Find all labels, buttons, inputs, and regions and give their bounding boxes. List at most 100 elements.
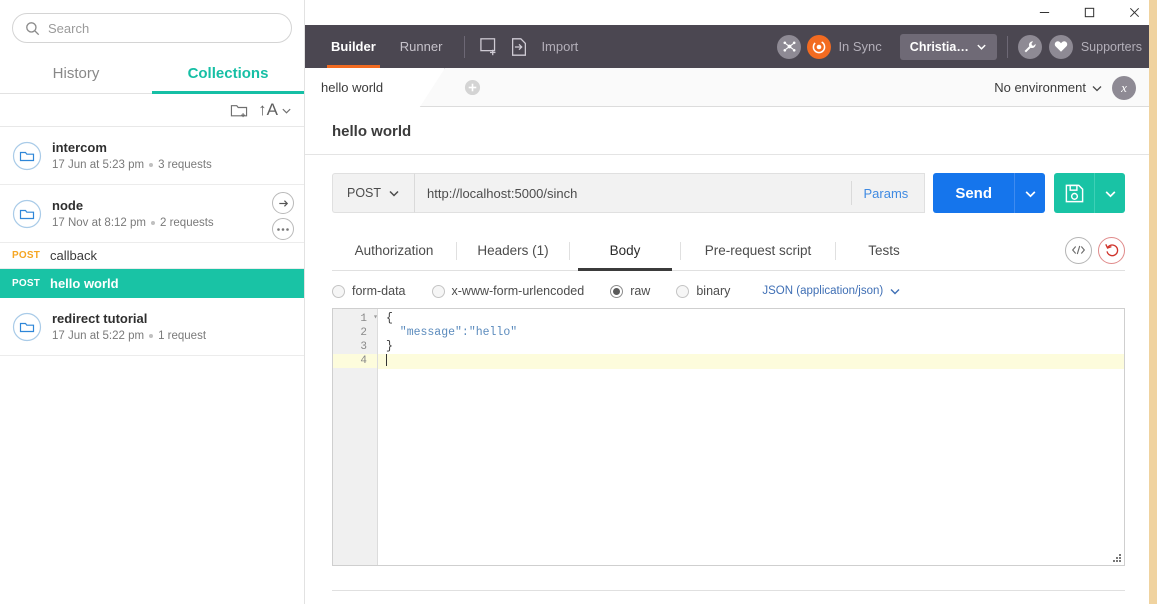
text-cursor xyxy=(386,354,387,366)
arrow-right-icon[interactable] xyxy=(272,192,294,214)
radio-circle-icon xyxy=(332,284,345,298)
sort-button[interactable]: ↑A xyxy=(258,100,292,120)
save-floppy-icon[interactable] xyxy=(1054,173,1094,213)
collection-meta: 17 Jun at 5:22 pm 1 request xyxy=(52,328,292,344)
tab-authorization[interactable]: Authorization xyxy=(332,232,456,270)
user-menu-button[interactable]: Christia… xyxy=(899,33,997,60)
url-input[interactable] xyxy=(427,185,851,201)
list-item[interactable]: intercom 17 Jun at 5:23 pm 3 requests xyxy=(0,127,304,185)
right-edge-strip xyxy=(1149,0,1157,604)
tab-headers[interactable]: Headers (1) xyxy=(457,232,569,270)
radio-label: raw xyxy=(630,284,651,298)
sidebar-tab-collections[interactable]: Collections xyxy=(152,55,304,94)
wrench-icon[interactable] xyxy=(1017,34,1042,59)
content-type-selector[interactable]: JSON (application/json) xyxy=(762,285,901,297)
user-name-label: Christia… xyxy=(909,39,969,54)
request-method-badge: POST xyxy=(12,277,41,289)
collection-actions xyxy=(272,192,294,240)
editor-content[interactable]: { "message":"hello" } xyxy=(378,309,1124,565)
chevron-down-icon xyxy=(977,44,986,50)
environment-selector-area: No environment x xyxy=(994,68,1136,107)
collection-request-count: 1 request xyxy=(158,329,207,342)
search-input[interactable] xyxy=(48,20,279,36)
radio-label: x-www-form-urlencoded xyxy=(451,284,585,298)
radio-label: binary xyxy=(696,284,731,298)
radio-binary[interactable]: binary xyxy=(676,284,730,298)
save-options-caret[interactable] xyxy=(1094,173,1125,213)
tab-label: hello world xyxy=(321,80,384,95)
collection-meta: 17 Nov at 8:12 pm 2 requests xyxy=(52,215,292,231)
params-button[interactable]: Params xyxy=(850,181,913,205)
body-code-editor[interactable]: 1 2 3 4 { "message":"hello" } xyxy=(332,308,1125,566)
panel-bottom-divider xyxy=(332,590,1125,591)
radio-x-www-form-urlencoded[interactable]: x-www-form-urlencoded xyxy=(431,284,585,298)
new-window-icon[interactable] xyxy=(475,37,505,57)
collection-date: 17 Jun at 5:22 pm xyxy=(52,329,145,342)
code-line-text: } xyxy=(386,340,393,353)
import-label[interactable]: Import xyxy=(541,39,578,54)
list-item[interactable]: POST callback xyxy=(0,243,304,269)
collection-request-count: 2 requests xyxy=(159,216,214,229)
request-method-badge: POST xyxy=(12,250,41,261)
code-icon[interactable] xyxy=(1065,236,1092,264)
send-options-caret[interactable] xyxy=(1014,173,1045,213)
collection-name: intercom xyxy=(52,139,107,155)
share-nodes-icon[interactable] xyxy=(777,34,802,59)
import-icon[interactable] xyxy=(505,37,533,57)
url-box: Params xyxy=(414,173,926,213)
send-button[interactable]: Send xyxy=(933,173,1014,213)
code-line: "message":"hello" xyxy=(378,326,1124,340)
url-row: POST Params Send xyxy=(305,155,1150,213)
sort-label: ↑A xyxy=(258,100,278,119)
folder-icon xyxy=(12,141,42,171)
list-item[interactable]: redirect tutorial 17 Jun at 5:22 pm 1 re… xyxy=(0,298,304,356)
radio-circle-icon xyxy=(676,284,690,298)
list-item-selected[interactable]: POST hello world xyxy=(0,269,304,298)
list-item-text: node 17 Nov at 8:12 pm 2 requests xyxy=(52,197,292,231)
sidebar-tab-history[interactable]: History xyxy=(0,55,152,93)
page-title: hello world xyxy=(305,107,1150,155)
collection-meta: 17 Jun at 5:23 pm 3 requests xyxy=(52,157,292,173)
subtabs-actions xyxy=(1065,236,1125,266)
method-selector[interactable]: POST xyxy=(332,173,415,213)
heart-icon[interactable] xyxy=(1048,34,1073,59)
environment-selector[interactable]: No environment xyxy=(994,80,1086,95)
editor-gutter: 1 2 3 4 xyxy=(333,309,378,565)
environment-quick-look-icon[interactable]: x xyxy=(1112,75,1136,100)
code-line-text: { xyxy=(386,312,393,325)
radio-circle-icon xyxy=(610,284,624,298)
chevron-down-icon xyxy=(1025,190,1035,197)
tab-tests[interactable]: Tests xyxy=(836,232,932,270)
plus-circle-icon[interactable] xyxy=(464,79,481,96)
ellipsis-icon[interactable] xyxy=(272,218,294,240)
radio-form-data[interactable]: form-data xyxy=(332,284,406,298)
code-line-text: "message":"hello" xyxy=(386,326,518,339)
list-item[interactable]: node 17 Nov at 8:12 pm 2 requests xyxy=(0,185,304,243)
tab-pre-request-script[interactable]: Pre-request script xyxy=(681,232,835,270)
search-box[interactable] xyxy=(12,13,292,43)
code-line: { xyxy=(378,312,1124,326)
sync-icon[interactable] xyxy=(807,34,832,59)
header-divider xyxy=(1006,35,1008,58)
maximize-icon[interactable] xyxy=(1067,0,1112,25)
reset-undo-icon[interactable] xyxy=(1098,236,1125,264)
radio-raw[interactable]: raw xyxy=(610,284,650,298)
new-folder-icon[interactable] xyxy=(230,102,248,118)
collection-date: 17 Nov at 8:12 pm xyxy=(52,216,146,229)
resize-grip-icon[interactable] xyxy=(1111,552,1122,563)
header-tab-builder[interactable]: Builder xyxy=(319,25,388,68)
tab-hello-world[interactable]: hello world xyxy=(305,68,445,107)
code-line: } xyxy=(378,340,1124,354)
radio-circle-icon xyxy=(431,284,445,298)
minimize-icon[interactable] xyxy=(1022,0,1067,25)
header-tab-runner[interactable]: Runner xyxy=(388,25,455,68)
supporters-label[interactable]: Supporters xyxy=(1081,40,1142,54)
header-divider xyxy=(464,35,466,58)
line-number: 4 xyxy=(333,354,377,368)
save-group xyxy=(1054,173,1125,213)
sidebar-tabs: History Collections xyxy=(0,55,304,94)
app-header: Builder Runner Import In Sync Christia… … xyxy=(305,25,1150,68)
tab-body[interactable]: Body xyxy=(570,232,680,271)
radio-label: form-data xyxy=(352,284,406,298)
collections-list: intercom 17 Jun at 5:23 pm 3 requests no… xyxy=(0,127,304,356)
